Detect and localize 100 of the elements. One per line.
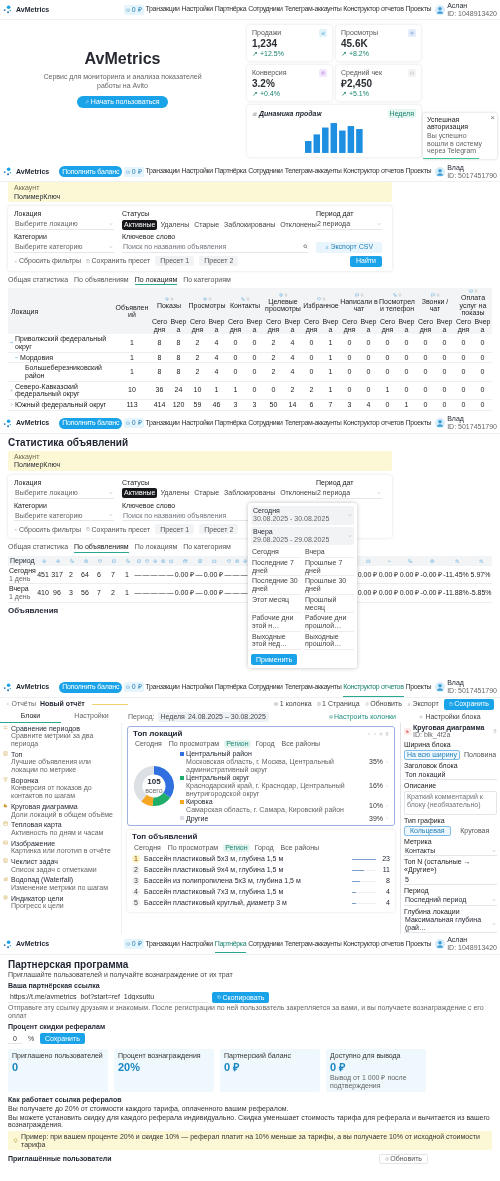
target-icon [83, 558, 89, 564]
wallet-icon [468, 289, 473, 294]
logo-icon [3, 167, 12, 176]
phone-icon [392, 293, 397, 298]
stat-value: 45.6K [341, 37, 369, 49]
logo-icon [3, 939, 12, 949]
page-title: Партнерская программа [8, 958, 129, 970]
wallet-icon [126, 421, 131, 426]
target-icon [234, 558, 240, 564]
logo-icon [3, 682, 12, 692]
columns-icon [328, 714, 333, 719]
eye-icon [41, 558, 47, 564]
heart-icon [144, 558, 150, 564]
bar-chart-icon [319, 29, 327, 37]
settings-icon [419, 714, 424, 719]
wallet-icon [126, 942, 131, 947]
calendar-icon [3, 821, 8, 827]
trash-icon [493, 729, 497, 734]
stat-value: 0 [12, 1060, 19, 1073]
swap-icon [169, 296, 174, 301]
chat-icon [136, 558, 142, 564]
card-title: Топ локаций [133, 729, 183, 739]
checklist-icon [3, 857, 8, 863]
swap-icon [359, 293, 364, 298]
heart-icon [97, 558, 103, 564]
eye-icon [55, 558, 61, 564]
total-value: 105 [147, 778, 161, 787]
stat-value: 0 ₽ [330, 1060, 346, 1073]
chat-icon [354, 293, 359, 298]
bar-chart-icon [252, 110, 257, 116]
wallet-icon [126, 685, 131, 690]
avatar-icon [435, 939, 446, 950]
wallet-icon [408, 69, 416, 77]
swap-icon [207, 296, 212, 301]
heart-icon [316, 296, 321, 301]
target-icon [3, 894, 8, 900]
card-title: Топ объявлений [132, 833, 198, 843]
image-icon [3, 839, 8, 845]
stat-value: 1,234 [252, 37, 279, 49]
floppy-icon [448, 702, 453, 707]
section-title: Объявления [8, 606, 59, 616]
refresh-icon [384, 1157, 389, 1162]
eye-icon [152, 558, 158, 564]
download-icon [406, 702, 411, 707]
swap-icon [3, 724, 8, 730]
avatar-icon [435, 166, 446, 177]
pie-icon [3, 802, 8, 808]
stat-value: ₽2,450 [341, 77, 374, 89]
swap-icon [283, 293, 288, 298]
stat-value: 0 ₽ [224, 1060, 240, 1073]
columns-icon [274, 702, 279, 707]
eye-icon [164, 296, 169, 301]
funnel-icon [3, 776, 8, 782]
copy-icon [217, 995, 221, 1000]
target-icon [319, 69, 327, 77]
bar-chart-drawing [305, 123, 363, 153]
wallet-icon [126, 7, 131, 12]
search-icon [303, 244, 308, 250]
eye-icon [408, 29, 416, 37]
logo-icon [3, 418, 12, 428]
stat-value: 20% [118, 1060, 141, 1073]
percent-icon [479, 558, 484, 564]
wallet-icon [168, 558, 174, 564]
phone-icon [240, 296, 245, 301]
checklist-icon [3, 750, 8, 756]
refresh-icon [364, 702, 369, 707]
chat-icon [430, 293, 435, 298]
wallet-icon [366, 558, 371, 564]
phone-icon [408, 558, 413, 564]
wallet-icon [126, 169, 131, 174]
rocket-icon [85, 99, 90, 104]
page-title: Статистика объявлений [8, 436, 129, 448]
swap-icon [397, 293, 402, 298]
close-button[interactable]: × [490, 113, 495, 123]
eye-icon [202, 296, 207, 301]
pie-icon [404, 727, 411, 735]
eye-icon [242, 558, 248, 564]
heart-icon [226, 558, 232, 564]
wallet-icon [212, 558, 217, 564]
calendar-icon [183, 558, 188, 564]
floppy-icon [86, 259, 91, 264]
swap-icon [473, 289, 478, 294]
dash-icon [387, 558, 392, 564]
download-icon [324, 245, 329, 250]
checklist-icon [316, 702, 321, 707]
percent-icon [454, 558, 460, 564]
target-icon [278, 293, 283, 298]
chat-icon [111, 558, 117, 564]
phone-icon [125, 558, 131, 564]
swap-icon [245, 296, 250, 301]
logo-icon [3, 5, 12, 14]
phone-icon [69, 558, 75, 564]
checklist-icon [197, 558, 203, 564]
trash-icon [385, 732, 389, 737]
lightbulb-icon [13, 1138, 18, 1144]
hero-title: AvMetrics [84, 50, 161, 68]
avatar-icon [435, 4, 446, 15]
floppy-icon [86, 527, 91, 532]
bar-chart-icon [3, 876, 8, 882]
stat-value: 3.2% [252, 77, 276, 89]
